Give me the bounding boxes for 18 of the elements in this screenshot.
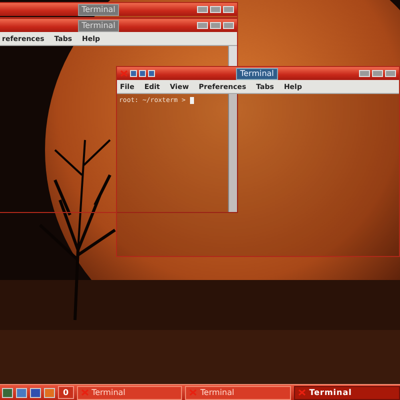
task-button[interactable]: Terminal xyxy=(76,386,182,400)
maximize-button[interactable] xyxy=(210,6,221,13)
window-title: Terminal xyxy=(78,4,120,16)
task-button[interactable]: Terminal xyxy=(185,386,292,400)
close-x-icon[interactable] xyxy=(298,389,306,396)
minimize-button[interactable] xyxy=(359,70,370,77)
window-title: Terminal xyxy=(78,20,120,32)
task-button[interactable]: Terminal xyxy=(294,386,400,400)
close-button[interactable] xyxy=(223,6,234,13)
minimize-button[interactable] xyxy=(197,6,208,13)
close-button[interactable] xyxy=(385,70,396,77)
close-button[interactable] xyxy=(223,22,234,29)
text-cursor xyxy=(190,96,194,104)
maximize-button[interactable] xyxy=(372,70,383,77)
minimize-button[interactable] xyxy=(197,22,208,29)
workspace-switcher[interactable]: 0 xyxy=(58,386,74,399)
window-title: Terminal xyxy=(236,68,278,80)
maximize-button[interactable] xyxy=(210,22,221,29)
